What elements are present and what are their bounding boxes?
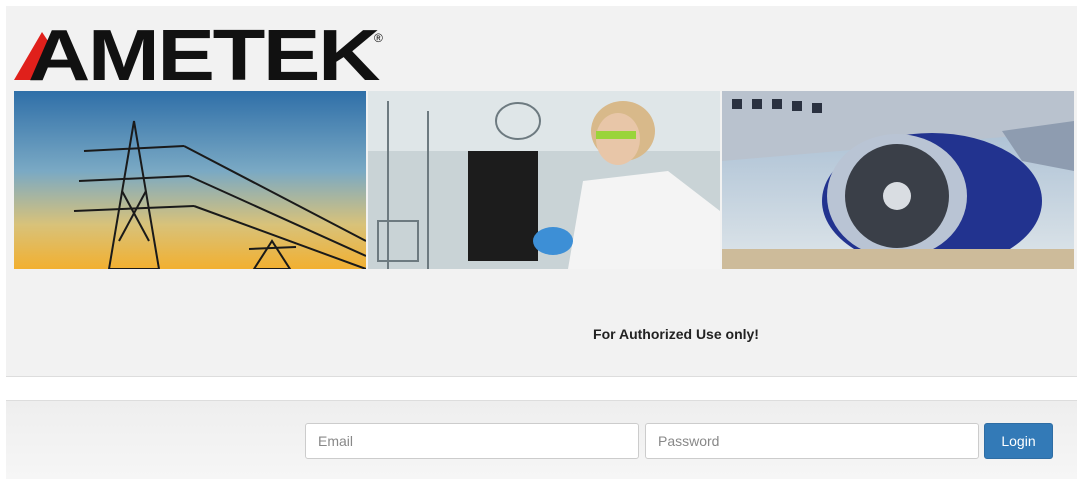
login-button[interactable]: Login xyxy=(984,423,1053,459)
login-bar: Login xyxy=(6,400,1077,479)
banner-power-towers-image xyxy=(14,91,368,269)
password-input[interactable] xyxy=(645,423,979,459)
registered-mark: ® xyxy=(374,31,383,45)
banner-jet-engine-image xyxy=(722,91,1074,269)
banner-lab-scientist-image xyxy=(368,91,722,269)
logo-text: AMETEK xyxy=(28,18,380,86)
ametek-logo: AMETEK ® xyxy=(14,18,394,86)
email-input[interactable] xyxy=(305,423,639,459)
header-panel: AMETEK ® For Authorized Use only! xyxy=(6,6,1077,377)
banner-images xyxy=(14,91,1074,269)
authorized-use-notice: For Authorized Use only! xyxy=(593,326,759,342)
